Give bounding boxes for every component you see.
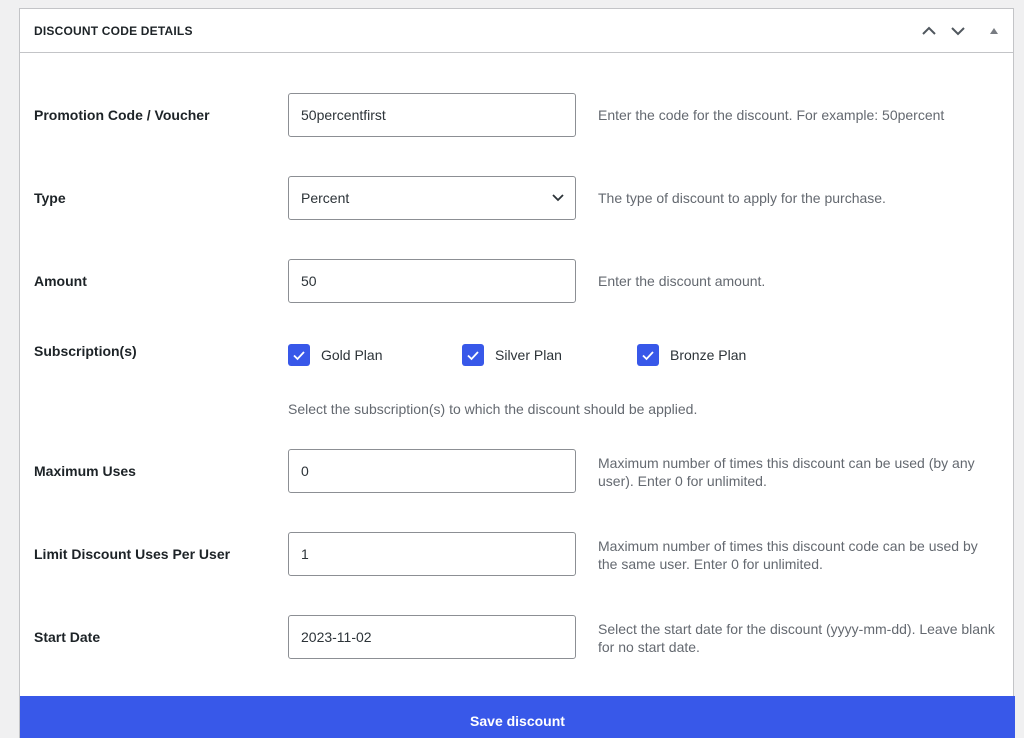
checkmark-icon [467,350,479,360]
checkmark-icon [642,350,654,360]
move-down-button[interactable] [948,21,968,41]
toggle-panel-button[interactable] [984,21,1004,41]
move-up-button[interactable] [919,21,939,41]
chevron-up-icon [922,26,936,35]
type-select[interactable]: Percent [288,176,576,220]
start-date-label: Start Date [34,629,101,645]
bronze-plan-checkbox[interactable] [637,344,659,366]
panel-header: DISCOUNT CODE DETAILS [20,9,1013,53]
subscriptions-label: Subscription(s) [34,343,137,359]
gold-plan-label[interactable]: Gold Plan [321,347,382,363]
promotion-code-description: Enter the code for the discount. For exa… [598,107,945,123]
checkmark-icon [293,350,305,360]
maximum-uses-label: Maximum Uses [34,463,136,479]
subscriptions-description: Select the subscription(s) to which the … [288,401,698,417]
subscription-option-silver[interactable]: Silver Plan [462,344,562,366]
chevron-down-icon [552,194,564,202]
discount-details-panel: DISCOUNT CODE DETAILS Promotion Code / V… [19,8,1015,738]
per-user-limit-label: Limit Discount Uses Per User [34,546,231,562]
amount-description: Enter the discount amount. [598,273,766,289]
panel-title: DISCOUNT CODE DETAILS [34,24,193,38]
silver-plan-checkbox[interactable] [462,344,484,366]
subscription-option-bronze[interactable]: Bronze Plan [637,344,746,366]
per-user-limit-description: Maximum number of times this discount co… [598,538,978,572]
type-label: Type [34,190,66,206]
amount-label: Amount [34,273,87,289]
promotion-code-input[interactable]: 50percentfirst [288,93,576,137]
start-date-input[interactable]: 2023-11-02 [288,615,576,659]
caret-up-icon [990,28,998,34]
promotion-code-label: Promotion Code / Voucher [34,107,210,123]
maximum-uses-input[interactable]: 0 [288,449,576,493]
amount-input[interactable]: 50 [288,259,576,303]
silver-plan-label[interactable]: Silver Plan [495,347,562,363]
bronze-plan-label[interactable]: Bronze Plan [670,347,746,363]
gold-plan-checkbox[interactable] [288,344,310,366]
maximum-uses-description: Maximum number of times this discount ca… [598,455,975,489]
subscription-option-gold[interactable]: Gold Plan [288,344,382,366]
type-description: The type of discount to apply for the pu… [598,190,886,206]
per-user-limit-input[interactable]: 1 [288,532,576,576]
save-discount-button[interactable]: Save discount [20,696,1015,738]
start-date-description: Select the start date for the discount (… [598,621,995,655]
chevron-down-icon [951,27,965,36]
